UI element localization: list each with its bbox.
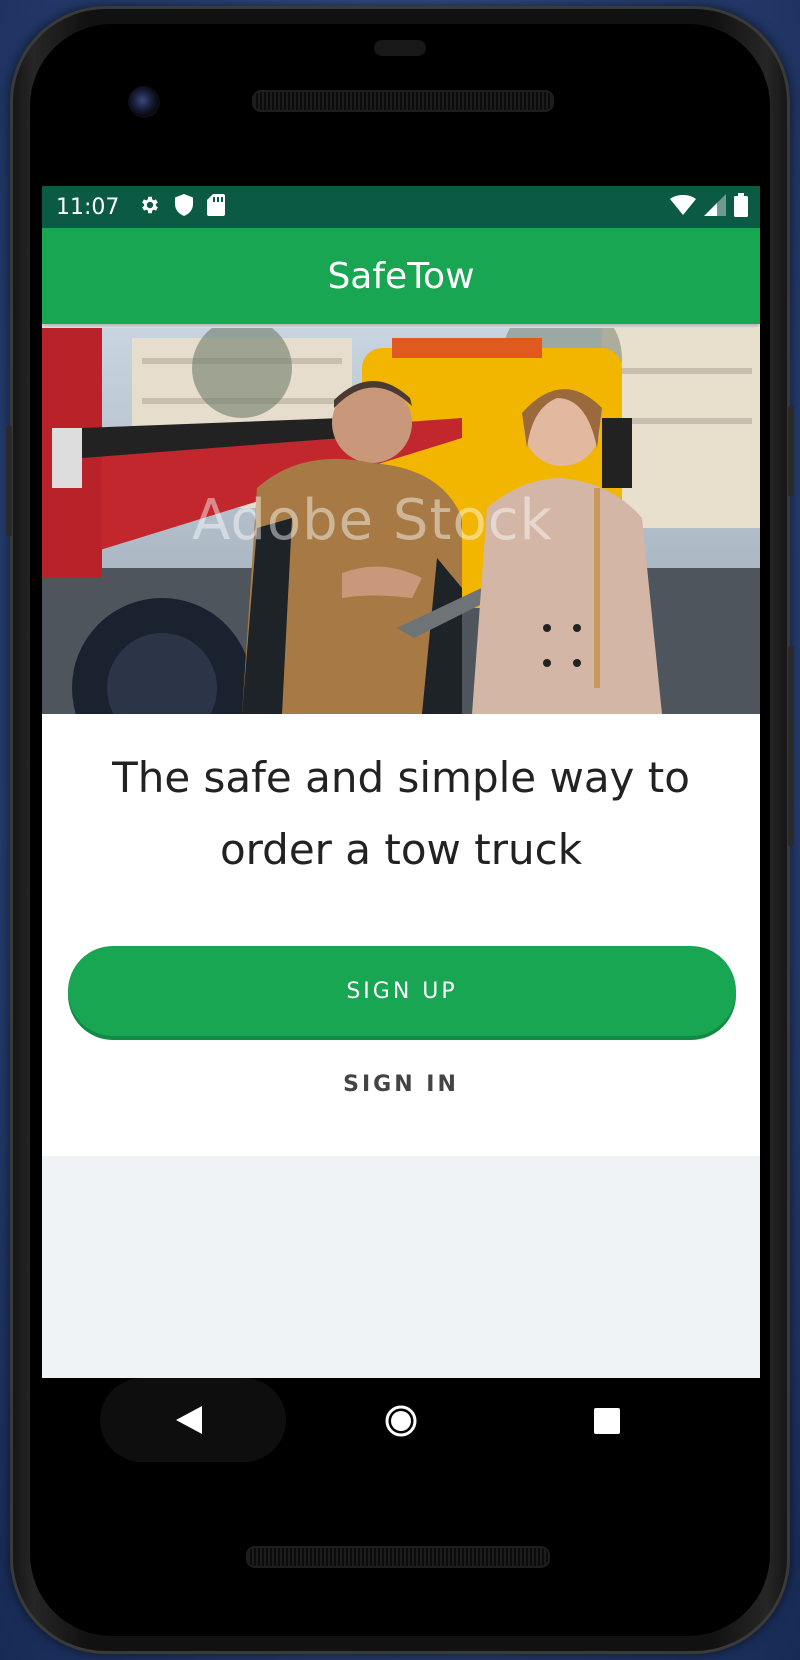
status-icons-left [139, 194, 226, 220]
app-bar: SafeTow [42, 228, 760, 324]
navigation-bar [42, 1378, 760, 1462]
stock-watermark: Adobe Stock [192, 488, 553, 553]
status-bar: 11:07 [42, 186, 760, 228]
volume-button [6, 426, 12, 536]
status-time: 11:07 [56, 194, 120, 220]
back-icon[interactable] [176, 1406, 204, 1438]
sd-card-icon [207, 194, 226, 220]
app-title: SafeTow [327, 255, 475, 297]
power-button [788, 406, 794, 496]
volume-rocker [788, 646, 794, 846]
tagline: The safe and simple way to order a tow t… [112, 753, 690, 874]
top-speaker-grille [252, 90, 554, 112]
battery-icon [734, 193, 748, 221]
status-icons-right [670, 186, 748, 228]
wifi-icon [670, 195, 696, 219]
bottom-speaker-grille [246, 1546, 550, 1568]
earpiece [374, 40, 426, 56]
gear-icon [139, 194, 161, 220]
sign-in-button[interactable]: SIGN IN [301, 1054, 501, 1114]
welcome-card: The safe and simple way to order a tow t… [42, 714, 760, 1156]
home-icon[interactable] [384, 1404, 418, 1442]
signal-icon [704, 194, 726, 220]
app-screen: 11:07 SafeTow Adobe Stock The safe and s… [42, 186, 760, 1378]
front-camera [128, 86, 160, 118]
hero-image: Adobe Stock [42, 328, 760, 714]
recents-icon[interactable] [594, 1408, 620, 1438]
shield-icon [175, 194, 194, 220]
sign-up-button[interactable]: SIGN UP [68, 946, 736, 1036]
